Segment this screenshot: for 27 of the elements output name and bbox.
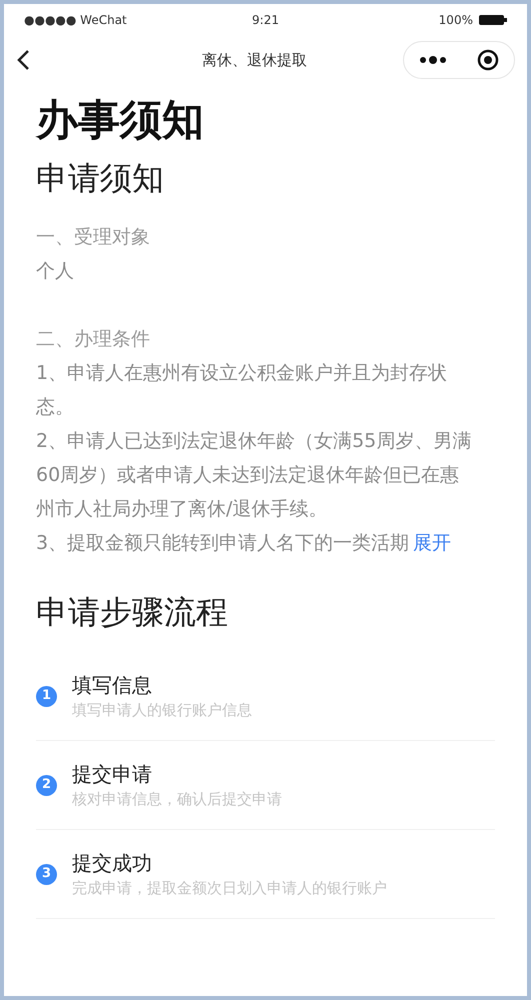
step-number: 1	[36, 686, 57, 706]
step-description: 完成申请，提取金额次日划入申请人的银行账户	[72, 878, 387, 899]
step-number: 3	[36, 864, 57, 884]
expand-link[interactable]: 展开	[413, 526, 452, 560]
section-heading: 申请须知	[36, 158, 165, 199]
battery-icon	[478, 14, 507, 26]
notice-text: 3、提取金额只能转到申请人名下的一类活期	[36, 531, 410, 556]
status-time: 9:21	[252, 12, 279, 29]
notice-text: 2、申请人已达到法定退休年龄（女满55周岁、男满60周岁）或者申请人未达到法定退休年龄但已在惠州市人社局办理了离休/退休手续。	[36, 429, 472, 522]
nav-title: 离休、退休提取	[202, 50, 307, 71]
section-label: 二、办理条件	[36, 327, 151, 352]
step-description: 核对申请信息，确认后提交申请	[72, 789, 282, 810]
step-title: 提交申请	[72, 761, 153, 788]
back-icon[interactable]	[16, 49, 30, 71]
notice-text: 个人	[36, 259, 75, 284]
step-description: 填写申请人的银行账户信息	[72, 700, 252, 721]
carrier-label: ●●●●● WeChat	[24, 12, 128, 29]
notice-text: 1、申请人在惠州有设立公积金账户并且为封存状态。	[36, 361, 448, 420]
section-heading: 申请步骤流程	[36, 592, 229, 633]
more-icon[interactable]	[420, 56, 446, 64]
close-circle-icon[interactable]	[476, 49, 498, 71]
step-title: 填写信息	[72, 672, 153, 699]
page-title: 办事须知	[36, 94, 205, 146]
battery-percent: 100%	[438, 12, 473, 29]
step-title: 提交成功	[72, 850, 153, 877]
step-number: 2	[36, 774, 57, 796]
section-label: 一、受理对象	[36, 225, 151, 250]
